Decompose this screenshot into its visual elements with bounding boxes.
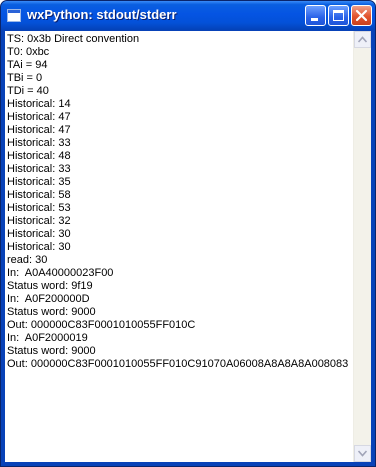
output-line: Status word: 9000	[7, 306, 96, 318]
output-line: Historical: 14	[7, 98, 71, 110]
output-line: Status word: 9000	[7, 345, 96, 357]
output-line: In: A0A40000023F00	[7, 267, 114, 279]
maximize-icon	[333, 10, 344, 21]
output-line: Historical: 30	[7, 241, 71, 253]
output-line: TBi = 0	[7, 72, 43, 84]
app-window-icon	[7, 9, 21, 22]
output-line: TDi = 40	[7, 85, 49, 97]
output-line: read: 30	[7, 254, 48, 266]
output-line: Historical: 30	[7, 228, 71, 240]
close-icon	[355, 9, 368, 22]
stdout-stderr-window: wxPython: stdout/stderr TS: 0x3b Direct …	[0, 0, 376, 467]
title-bar[interactable]: wxPython: stdout/stderr	[1, 1, 375, 30]
maximize-button[interactable]	[328, 5, 349, 26]
scroll-up-button[interactable]	[354, 31, 371, 48]
vertical-scrollbar[interactable]	[353, 31, 371, 462]
output-line: Historical: 53	[7, 202, 71, 214]
close-button[interactable]	[351, 5, 372, 26]
output-text-area[interactable]: TS: 0x3b Direct convention T0: 0xbc TAi = …	[5, 31, 354, 462]
output-line: Out: 000000C83F0001010055FF010C91070A060…	[7, 358, 349, 370]
scroll-down-arrow-icon	[358, 450, 367, 457]
window-title: wxPython: stdout/stderr	[27, 7, 177, 22]
output-line: In: A0F2000019	[7, 332, 88, 344]
minimize-button[interactable]	[305, 5, 326, 26]
output-line: Historical: 58	[7, 189, 71, 201]
output-line: Historical: 33	[7, 137, 71, 149]
output-line: Historical: 47	[7, 111, 71, 123]
scroll-down-button[interactable]	[354, 445, 371, 462]
scroll-up-arrow-icon	[358, 36, 367, 43]
output-line: Historical: 47	[7, 124, 71, 136]
output-line: TAi = 94	[7, 59, 48, 71]
client-area: TS: 0x3b Direct convention T0: 0xbc TAi = …	[5, 31, 371, 462]
output-line: Historical: 33	[7, 163, 71, 175]
output-line: T0: 0xbc	[7, 46, 50, 58]
output-line: In: A0F200000D	[7, 293, 90, 305]
minimize-icon	[311, 18, 318, 21]
output-line: Historical: 32	[7, 215, 71, 227]
output-line: Historical: 48	[7, 150, 71, 162]
output-line: Status word: 9f19	[7, 280, 93, 292]
output-line: Historical: 35	[7, 176, 71, 188]
output-line: Out: 000000C83F0001010055FF010C	[7, 319, 196, 331]
output-line: TS: 0x3b Direct convention	[7, 33, 140, 45]
